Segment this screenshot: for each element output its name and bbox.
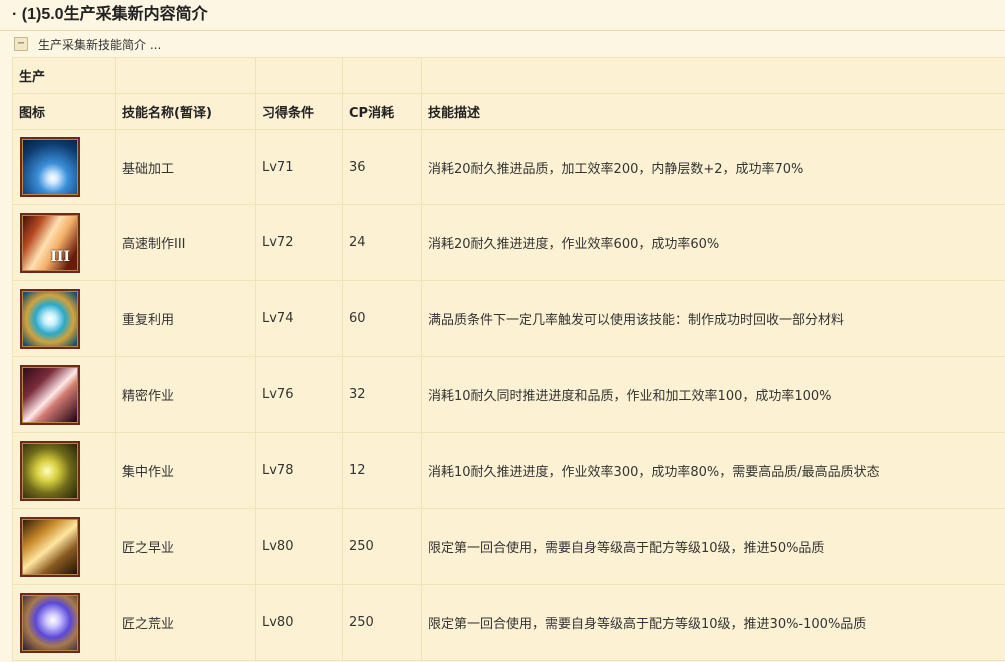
skill-table: 生产 图标 技能名称(暂译) 习得条件 CP消耗 技能描述 基础加工 Lv71 … [12,57,1005,661]
skill-description: 限定第一回合使用，需要自身等级高于配方等级10级，推进50%品质 [421,508,1005,585]
skill-level: Lv71 [255,129,343,205]
skill-name: 高速制作III [115,204,256,281]
collapse-label: 生产采集新技能简介 ... [38,37,162,52]
skill-name: 匠之荒业 [115,584,256,661]
rapid-synthesis-iii-skill-icon: III [20,212,80,273]
masters-mend-early-skill-icon [20,516,80,577]
focused-synthesis-skill-icon [20,440,80,501]
skill-cp: 250 [342,508,422,585]
table-row: 集中作业 Lv78 12 消耗10耐久推进进度，作业效率300，成功率80%，需… [12,432,1005,509]
skill-cp: 36 [342,129,422,205]
skill-name: 基础加工 [115,129,256,205]
skill-icon-numeral: III [50,248,70,265]
skill-name: 匠之早业 [115,508,256,585]
skill-cp: 24 [342,204,422,281]
skill-description: 消耗10耐久推进进度，作业效率300，成功率80%，需要高品质/最高品质状态 [421,432,1005,509]
table-row: 精密作业 Lv76 32 消耗10耐久同时推进进度和品质，作业和加工效率100，… [12,356,1005,433]
masters-mend-wild-skill-icon [20,592,80,653]
skill-description: 消耗20耐久推进品质，加工效率200，内静层数+2，成功率70% [421,129,1005,205]
table-header-row: 图标 技能名称(暂译) 习得条件 CP消耗 技能描述 [12,93,1005,130]
skill-name: 集中作业 [115,432,256,509]
header-skill-name: 技能名称(暂译) [115,93,256,130]
precise-touch-skill-icon [20,364,80,425]
header-description: 技能描述 [421,93,1005,130]
skill-name: 重复利用 [115,280,256,357]
skill-description: 限定第一回合使用，需要自身等级高于配方等级10级，推进30%-100%品质 [421,584,1005,661]
skill-description: 满品质条件下一定几率触发可以使用该技能：制作成功时回收一部分材料 [421,280,1005,357]
skill-cp: 250 [342,584,422,661]
header-icon: 图标 [12,93,116,130]
skill-cp: 60 [342,280,422,357]
table-row: 基础加工 Lv71 36 消耗20耐久推进品质，加工效率200，内静层数+2，成… [12,129,1005,205]
skill-level: Lv74 [255,280,343,357]
reuse-skill-icon [20,288,80,349]
skill-level: Lv80 [255,584,343,661]
table-row: III 高速制作III Lv72 24 消耗20耐久推进进度，作业效率600，成… [12,204,1005,281]
collapse-row[interactable]: − 生产采集新技能简介 ... [0,31,1005,57]
table-row: 匠之荒业 Lv80 250 限定第一回合使用，需要自身等级高于配方等级10级，推… [12,584,1005,661]
table-group-row: 生产 [12,57,1005,94]
skill-cp: 12 [342,432,422,509]
table-row: 重复利用 Lv74 60 满品质条件下一定几率触发可以使用该技能：制作成功时回收… [12,280,1005,357]
skill-name: 精密作业 [115,356,256,433]
skill-level: Lv72 [255,204,343,281]
section-title: · (1)5.0生产采集新内容简介 [0,0,1005,31]
skill-description: 消耗10耐久同时推进进度和品质，作业和加工效率100，成功率100% [421,356,1005,433]
skill-level: Lv78 [255,432,343,509]
skill-description: 消耗20耐久推进进度，作业效率600，成功率60% [421,204,1005,281]
table-row: 匠之早业 Lv80 250 限定第一回合使用，需要自身等级高于配方等级10级，推… [12,508,1005,585]
header-requirement: 习得条件 [255,93,343,130]
skill-level: Lv80 [255,508,343,585]
skill-cp: 32 [342,356,422,433]
basic-touch-skill-icon [20,137,80,197]
header-cp-cost: CP消耗 [342,93,422,130]
group-label: 生产 [12,57,116,94]
collapse-toggle-button[interactable]: − [14,37,28,51]
skill-level: Lv76 [255,356,343,433]
